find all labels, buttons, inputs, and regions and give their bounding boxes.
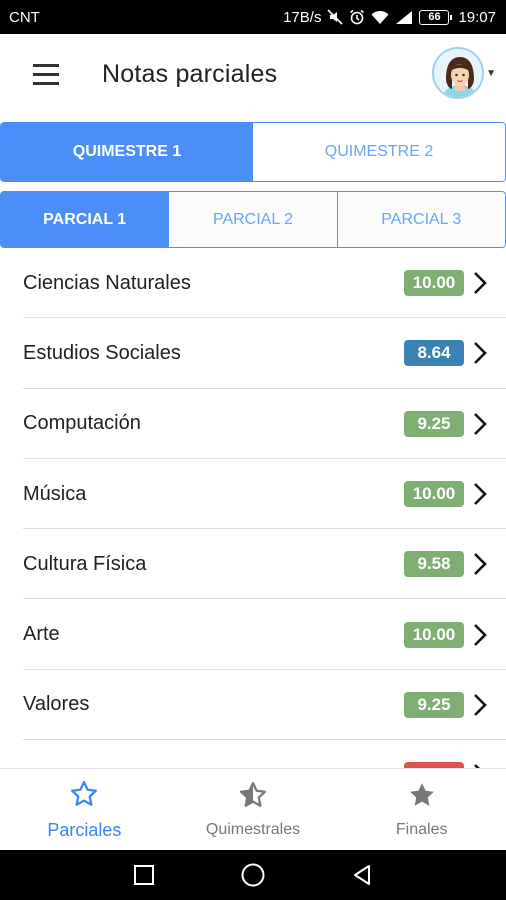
chevron-right-icon xyxy=(472,482,506,506)
signal-icon xyxy=(395,10,413,25)
menu-icon-line xyxy=(33,63,59,67)
battery-indicator: 66 xyxy=(419,9,453,25)
clock: 19:07 xyxy=(458,8,496,26)
carrier-label: CNT xyxy=(9,8,40,26)
page-title: Notas parciales xyxy=(102,59,278,88)
subject-row[interactable]: Valores 9.25 xyxy=(0,670,506,741)
nav-label: Finales xyxy=(395,821,448,838)
grade-badge: 9.25 xyxy=(404,691,464,718)
avatar xyxy=(432,47,485,99)
menu-icon-line xyxy=(33,72,59,76)
star-filled-icon xyxy=(407,780,437,815)
grade-badge: 9.25 xyxy=(404,410,464,437)
quimestre-tabs: QUIMESTRE 1 QUIMESTRE 2 xyxy=(0,122,506,182)
subject-name: Arte xyxy=(23,623,60,646)
star-outline-icon xyxy=(69,779,99,814)
chevron-right-icon xyxy=(472,693,506,717)
tab-parcial-1[interactable]: PARCIAL 1 xyxy=(1,192,169,247)
subject-name: Estudios Sociales xyxy=(23,341,181,364)
bottom-navigation: Parciales Quimestrales Finales xyxy=(0,768,506,850)
back-button[interactable] xyxy=(342,855,382,895)
home-button[interactable] xyxy=(233,855,273,895)
grade-badge: 10.00 xyxy=(404,481,464,508)
recents-button[interactable] xyxy=(124,855,164,895)
caret-down-icon: ▼ xyxy=(486,67,496,79)
nav-parciales[interactable]: Parciales xyxy=(0,769,169,850)
menu-icon-line xyxy=(33,81,59,85)
chevron-right-icon xyxy=(472,341,506,365)
chevron-right-icon xyxy=(472,412,506,436)
subject-row[interactable] xyxy=(0,740,506,768)
status-bar: CNT 17B/s 66 19:07 xyxy=(0,0,506,34)
subject-name: Cultura Física xyxy=(23,552,147,575)
grade-badge: 10.00 xyxy=(404,270,464,297)
nav-label: Parciales xyxy=(47,819,122,840)
subject-row[interactable]: Cultura Física 9.58 xyxy=(0,529,506,600)
nav-finales[interactable]: Finales xyxy=(337,769,506,850)
triangle-back-icon xyxy=(353,865,370,885)
subject-row[interactable]: Computación 9.25 xyxy=(0,389,506,460)
tab-parcial-2[interactable]: PARCIAL 2 xyxy=(168,192,337,247)
star-half-icon xyxy=(238,780,268,815)
subject-list: Ciencias Naturales 10.00 Estudios Social… xyxy=(0,248,506,768)
nav-label: Quimestrales xyxy=(205,821,301,838)
subject-name: Computación xyxy=(23,412,141,435)
chevron-right-icon xyxy=(472,623,506,647)
menu-button[interactable] xyxy=(16,44,76,104)
app-bar: Notas parciales ▼ xyxy=(0,34,506,114)
subject-row[interactable]: Música 10.00 xyxy=(0,459,506,530)
subject-row[interactable]: Estudios Sociales 8.64 xyxy=(0,318,506,389)
profile-menu-button[interactable]: ▼ xyxy=(432,47,496,99)
tab-quimestre-2[interactable]: QUIMESTRE 2 xyxy=(253,123,505,181)
wifi-icon xyxy=(371,10,389,25)
grade-badge: 8.64 xyxy=(404,340,464,367)
chevron-right-icon xyxy=(472,552,506,576)
subject-name: Música xyxy=(23,482,87,505)
status-icons: 17B/s 66 19:07 xyxy=(283,9,496,26)
parcial-tabs: PARCIAL 1 PARCIAL 2 PARCIAL 3 xyxy=(0,191,506,248)
grade-badge: 9.58 xyxy=(404,551,464,578)
nav-quimestrales[interactable]: Quimestrales xyxy=(169,769,338,850)
alarm-icon xyxy=(349,9,365,25)
chevron-right-icon xyxy=(472,271,506,295)
system-navigation-bar xyxy=(0,850,506,900)
circle-icon xyxy=(241,863,265,887)
tab-quimestre-1[interactable]: QUIMESTRE 1 xyxy=(1,123,253,181)
subject-row[interactable]: Ciencias Naturales 10.00 xyxy=(0,248,506,319)
square-icon xyxy=(134,865,155,885)
subject-row[interactable]: Arte 10.00 xyxy=(0,599,506,671)
grade-badge: 10.00 xyxy=(404,621,464,648)
tab-parcial-3[interactable]: PARCIAL 3 xyxy=(336,192,505,247)
network-speed: 17B/s xyxy=(283,8,322,26)
mute-icon xyxy=(327,9,344,25)
subject-name: Ciencias Naturales xyxy=(23,271,191,294)
subject-name: Valores xyxy=(23,693,90,716)
